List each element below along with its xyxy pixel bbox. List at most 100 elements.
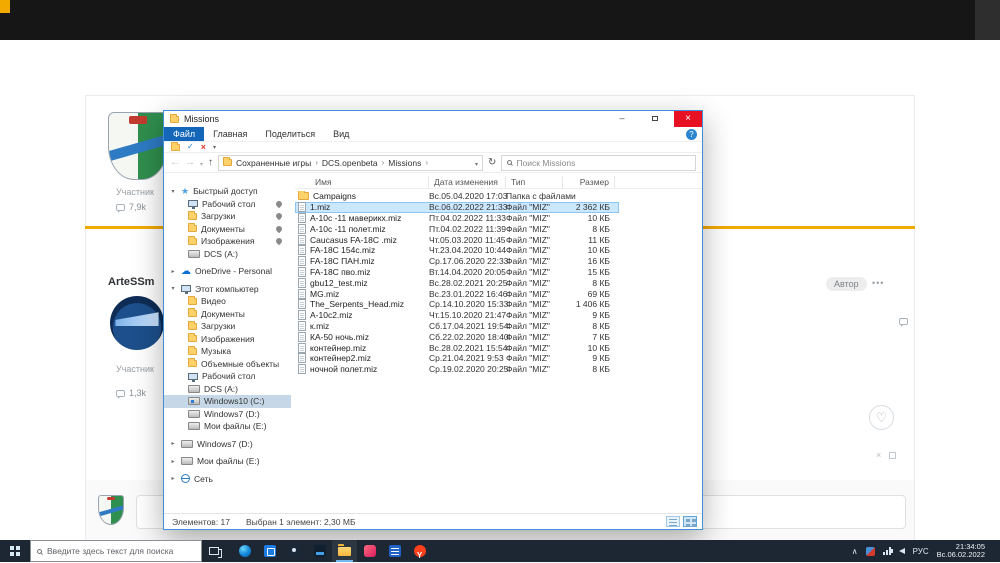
breadcrumb[interactable]: Сохраненные игры › DCS.openbeta › Missions › xyxy=(218,154,484,171)
history-dropdown-icon[interactable] xyxy=(200,158,203,168)
ribbon-tab[interactable]: Вид xyxy=(324,127,358,141)
close-button[interactable] xyxy=(674,111,702,127)
chevron-down-icon[interactable]: ▾ xyxy=(169,188,177,195)
sidebar-item[interactable]: DCS (A:) xyxy=(164,383,291,396)
volume-icon[interactable] xyxy=(889,548,905,554)
file-row[interactable]: контейнер.miz Вс.28.02.2021 15:54 Файл "MI… xyxy=(295,342,619,353)
column-header[interactable]: Имя xyxy=(295,176,429,188)
qat-dropdown-icon[interactable] xyxy=(213,144,216,151)
file-row[interactable]: ночной полет.miz Ср.19.02.2020 20:25 Файл … xyxy=(295,364,619,375)
sidebar-item[interactable]: ▸ OneDrive - Personal xyxy=(164,265,291,278)
details-view-button[interactable] xyxy=(666,516,680,527)
file-row[interactable]: FA-18C ПАН.miz Ср.17.06.2020 22:33 Файл "M… xyxy=(295,256,619,267)
sidebar-item[interactable]: Загрузки xyxy=(164,210,291,223)
post-username[interactable]: ArteSSm xyxy=(108,276,154,288)
sidebar-item[interactable]: Мои файлы (E:) xyxy=(164,420,291,433)
chevron-down-icon[interactable]: ▾ xyxy=(169,285,177,292)
breadcrumb-item[interactable]: Сохраненные игры xyxy=(236,158,311,168)
minimize-button[interactable] xyxy=(608,111,636,127)
qat-delete-icon[interactable] xyxy=(201,143,206,151)
sidebar-item[interactable]: ▾ Быстрый доступ xyxy=(164,185,291,198)
file-row[interactable]: 1.miz Вс.06.02.2022 21:33 Файл "MIZ" 2 362 … xyxy=(295,201,619,213)
like-heart-button[interactable] xyxy=(869,405,894,430)
sidebar-item[interactable]: Музыка xyxy=(164,345,291,358)
file-row[interactable]: FA-18C пво.miz Вт.14.04.2020 20:05 Файл "M… xyxy=(295,266,619,278)
blue-app-taskbar-button[interactable] xyxy=(257,540,282,562)
breadcrumb-chevron-icon[interactable]: › xyxy=(315,158,318,167)
ribbon-tab[interactable]: Главная xyxy=(204,127,256,141)
sidebar-item[interactable]: Документы xyxy=(164,223,291,236)
site-logo[interactable] xyxy=(0,0,10,13)
file-row[interactable]: А-10с2.miz Чт.15.10.2020 21:47 Файл "MIZ" 9… xyxy=(295,310,619,321)
sidebar-item[interactable]: Рабочий стол xyxy=(164,198,291,211)
column-header[interactable]: Тип xyxy=(506,176,563,188)
file-row[interactable]: А-10с -11 маверикх.miz Пт.04.02.2022 11:3… xyxy=(295,212,619,224)
sidebar-item[interactable]: Изображения xyxy=(164,333,291,346)
sidebar-item[interactable]: Рабочий стол xyxy=(164,370,291,383)
column-header[interactable]: Дата изменения xyxy=(429,176,506,188)
file-row[interactable]: MG.miz Вс.23.01.2022 16:46 Файл "MIZ" 69 КБ xyxy=(295,288,619,299)
start-button[interactable] xyxy=(0,540,30,562)
column-header[interactable]: Размер xyxy=(563,176,615,188)
sidebar-item[interactable]: Изображения xyxy=(164,235,291,248)
file-row[interactable]: FA-18C 154c.miz Чт.23.04.2020 10:44 Файл "… xyxy=(295,245,619,256)
post-avatar-emblem[interactable] xyxy=(110,296,164,350)
file-row[interactable]: к.miz Сб.17.04.2021 19:54 Файл "MIZ" 8 КБ xyxy=(295,320,619,332)
ribbon-tab[interactable]: Файл xyxy=(164,127,205,141)
round-dark-app-taskbar-button[interactable] xyxy=(282,540,307,562)
yandex-taskbar-button[interactable] xyxy=(407,540,432,562)
sidebar-item[interactable]: Объемные объекты xyxy=(164,358,291,371)
chevron-right-icon[interactable]: ▸ xyxy=(169,268,177,275)
ribbon-tab[interactable]: Поделиться xyxy=(256,127,324,141)
quote-icon[interactable] xyxy=(899,312,908,330)
tray-expand-icon[interactable] xyxy=(852,547,858,556)
explorer-search-input[interactable]: Поиск Missions xyxy=(501,154,696,171)
breadcrumb-chevron-icon[interactable]: › xyxy=(425,158,428,167)
icons-view-button[interactable] xyxy=(683,516,697,527)
back-icon[interactable] xyxy=(170,157,180,168)
file-row[interactable]: The_Serpents_Head.miz Ср.14.10.2020 15:33… xyxy=(295,299,619,310)
file-row[interactable]: контейнер2.miz Ср.21.04.2021 9:53 Файл "MI… xyxy=(295,353,619,364)
chevron-right-icon[interactable]: ▸ xyxy=(169,475,177,482)
task-view-button[interactable] xyxy=(202,540,226,562)
forward-icon[interactable] xyxy=(185,157,195,168)
sidebar-item[interactable]: ▾ Этот компьютер xyxy=(164,283,291,296)
explorer-taskbar-button[interactable] xyxy=(332,540,357,562)
sidebar-item[interactable]: Загрузки xyxy=(164,320,291,333)
pink-app-taskbar-button[interactable] xyxy=(357,540,382,562)
sidebar-item[interactable]: DCS (A:) xyxy=(164,248,291,261)
maximize-button[interactable] xyxy=(641,111,669,127)
breadcrumb-item[interactable]: Missions xyxy=(388,158,421,168)
up-icon[interactable] xyxy=(208,157,213,168)
chevron-right-icon[interactable]: ▸ xyxy=(169,440,177,447)
sidebar-item[interactable]: Windows10 (C:) xyxy=(164,395,291,408)
breadcrumb-chevron-icon[interactable]: › xyxy=(382,158,385,167)
qat-folder-icon[interactable] xyxy=(171,141,180,151)
blue-doc-app-taskbar-button[interactable] xyxy=(382,540,407,562)
sidebar-item[interactable]: ▸ Windows7 (D:) xyxy=(164,438,291,451)
help-icon[interactable]: ? xyxy=(686,129,697,140)
sidebar-item[interactable]: ▸ Мои файлы (E:) xyxy=(164,455,291,468)
post-avatar-coat-of-arms[interactable] xyxy=(108,112,168,180)
close-icon[interactable]: × xyxy=(876,450,881,460)
post-more-menu[interactable]: ••• xyxy=(872,278,884,288)
file-row[interactable]: А-10с -11 полет.miz Пт.04.02.2022 11:39 Фа… xyxy=(295,223,619,234)
dark-app-taskbar-button[interactable] xyxy=(307,540,332,562)
language-indicator[interactable]: РУС xyxy=(913,547,929,556)
file-row[interactable]: Campaigns Вс.05.04.2020 17:03 Папка с файл… xyxy=(295,191,619,202)
address-dropdown-icon[interactable] xyxy=(475,158,478,168)
sidebar-item[interactable]: Windows7 (D:) xyxy=(164,408,291,421)
chevron-right-icon[interactable]: ▸ xyxy=(169,458,177,465)
sidebar-item[interactable]: ▸ Сеть xyxy=(164,473,291,486)
title-bar[interactable]: Missions xyxy=(164,111,702,127)
post-action-icons[interactable]: × xyxy=(876,450,897,460)
sidebar-item[interactable]: Видео xyxy=(164,295,291,308)
expand-icon[interactable] xyxy=(889,451,897,459)
file-row[interactable]: gbu12_test.miz Вс.28.02.2021 20:25 Файл "M… xyxy=(295,277,619,288)
sidebar-item[interactable]: Документы xyxy=(164,308,291,321)
breadcrumb-item[interactable]: DCS.openbeta xyxy=(322,158,378,168)
file-row[interactable]: Caucasus FA-18C .miz Чт.05.03.2020 11:45 Ф… xyxy=(295,234,619,245)
qat-apply-icon[interactable] xyxy=(187,143,194,151)
taskbar-search-input[interactable]: Введите здесь текст для поиска xyxy=(30,540,202,562)
edge-taskbar-button[interactable] xyxy=(232,540,257,562)
